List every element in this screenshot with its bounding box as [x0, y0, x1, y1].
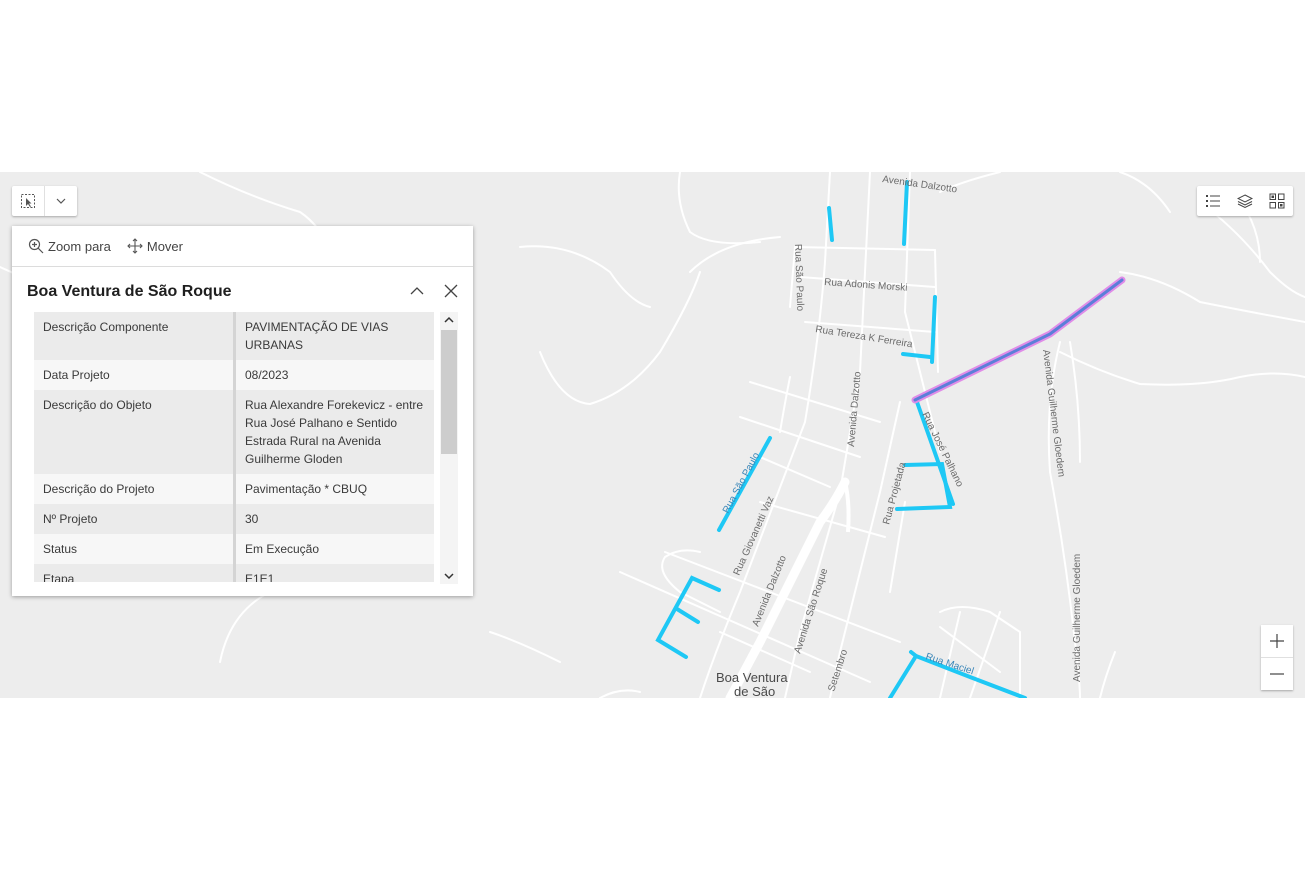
- popup-scrollbar[interactable]: [440, 312, 458, 584]
- road-label: Rua São Paulo: [792, 244, 805, 312]
- avenue-branch: [843, 481, 851, 533]
- close-icon: [444, 284, 458, 298]
- scroll-up-button[interactable]: [440, 312, 458, 328]
- plus-icon: [1270, 634, 1284, 648]
- selected-line-halo: [911, 276, 1126, 404]
- attribute-table-container[interactable]: Descrição Componente PAVIMENTAÇÃO DE VIA…: [34, 312, 434, 582]
- map-toolbar: [1197, 186, 1293, 216]
- road-label: Rua Tereza K Ferreira: [815, 324, 914, 350]
- table-row: Descrição do Objeto Rua Alexandre Foreke…: [34, 390, 434, 474]
- move-label: Mover: [146, 238, 183, 254]
- table-row: Descrição do Projeto Pavimentação * CBUQ: [34, 474, 434, 504]
- basemap-gallery-button[interactable]: [1261, 186, 1293, 216]
- zoom-in-button[interactable]: [1261, 625, 1293, 657]
- select-tool-button[interactable]: [12, 186, 44, 216]
- popup-title: Boa Ventura de São Roque: [27, 283, 232, 300]
- table-row: Data Projeto 08/2023: [34, 360, 434, 390]
- main-avenue: [725, 477, 850, 698]
- layers-icon: [1237, 194, 1253, 209]
- zoom-out-button[interactable]: [1261, 657, 1293, 690]
- zoom-control: [1261, 625, 1293, 690]
- table-row: Descrição Componente PAVIMENTAÇÃO DE VIA…: [34, 312, 434, 360]
- road-label: Avenida Guilherme Gloedem: [1072, 554, 1083, 682]
- road-label: Rua São Paulo: [721, 450, 762, 515]
- legend-list-icon: [1206, 195, 1220, 207]
- road-label: Rua Adonis Morski: [824, 277, 908, 294]
- attribute-value: E1E1: [234, 564, 434, 582]
- select-dropdown-button[interactable]: [44, 186, 77, 216]
- road-label: Avenida Dalzotto: [882, 174, 959, 195]
- minus-icon: [1270, 673, 1284, 675]
- scroll-down-button[interactable]: [440, 568, 458, 584]
- attribute-key: Descrição do Objeto: [34, 390, 236, 474]
- attribute-key: Status: [34, 534, 236, 564]
- attribute-key: Data Projeto: [34, 360, 236, 390]
- table-row: Status Em Execução: [34, 534, 434, 564]
- attribute-value: 30: [234, 504, 434, 534]
- table-row: Nº Projeto 30: [34, 504, 434, 534]
- road-label: Avenida Dalzotto: [846, 371, 864, 448]
- road-label: Avenida Guilherme Gloedem: [1040, 349, 1067, 478]
- attribute-value: PAVIMENTAÇÃO DE VIAS URBANAS: [234, 312, 434, 360]
- road-label: Setembro: [826, 648, 850, 693]
- popup-actions: Zoom para Mover: [12, 226, 473, 267]
- attribute-value: Pavimentação * CBUQ: [234, 474, 434, 504]
- attribute-table: Descrição Componente PAVIMENTAÇÃO DE VIA…: [34, 312, 434, 582]
- attribute-value: 08/2023: [234, 360, 434, 390]
- zoom-to-label: Zoom para: [48, 238, 111, 254]
- road-label: Rua Giovanetti Vaz: [732, 495, 777, 578]
- select-by-rectangle-icon: [21, 194, 35, 208]
- attribute-key: Descrição do Projeto: [34, 474, 236, 504]
- place-label: Boa Ventura: [716, 670, 788, 685]
- attribute-value: Rua Alexandre Forekevicz - entre Rua Jos…: [234, 390, 434, 474]
- chevron-up-icon: [444, 316, 454, 323]
- collapse-button[interactable]: [405, 279, 429, 303]
- move-icon: [127, 238, 143, 254]
- zoom-in-magnifier-icon: [28, 238, 44, 254]
- attribute-key: Nº Projeto: [34, 504, 236, 534]
- zoom-to-action[interactable]: Zoom para: [28, 238, 111, 254]
- close-button[interactable]: [439, 279, 463, 303]
- scrollbar-thumb[interactable]: [441, 330, 457, 454]
- legend-button[interactable]: [1197, 186, 1229, 216]
- attribute-key: Etapa: [34, 564, 236, 582]
- chevron-up-icon: [410, 287, 424, 295]
- layers-button[interactable]: [1229, 186, 1261, 216]
- feature-popup: Zoom para Mover Boa Ventura de São Roque…: [12, 226, 473, 596]
- select-widget: [12, 186, 77, 216]
- road-label: Avenida São Roque: [792, 567, 830, 655]
- attribute-value: Em Execução: [234, 534, 434, 564]
- basemap-gallery-icon: [1269, 193, 1285, 209]
- popup-header: Boa Ventura de São Roque: [12, 267, 473, 311]
- chevron-down-icon: [56, 198, 66, 204]
- place-label: de São: [734, 684, 775, 698]
- attribute-key: Descrição Componente: [34, 312, 236, 360]
- move-action[interactable]: Mover: [127, 238, 183, 254]
- table-row: Etapa E1E1: [34, 564, 434, 582]
- chevron-down-icon: [444, 573, 454, 580]
